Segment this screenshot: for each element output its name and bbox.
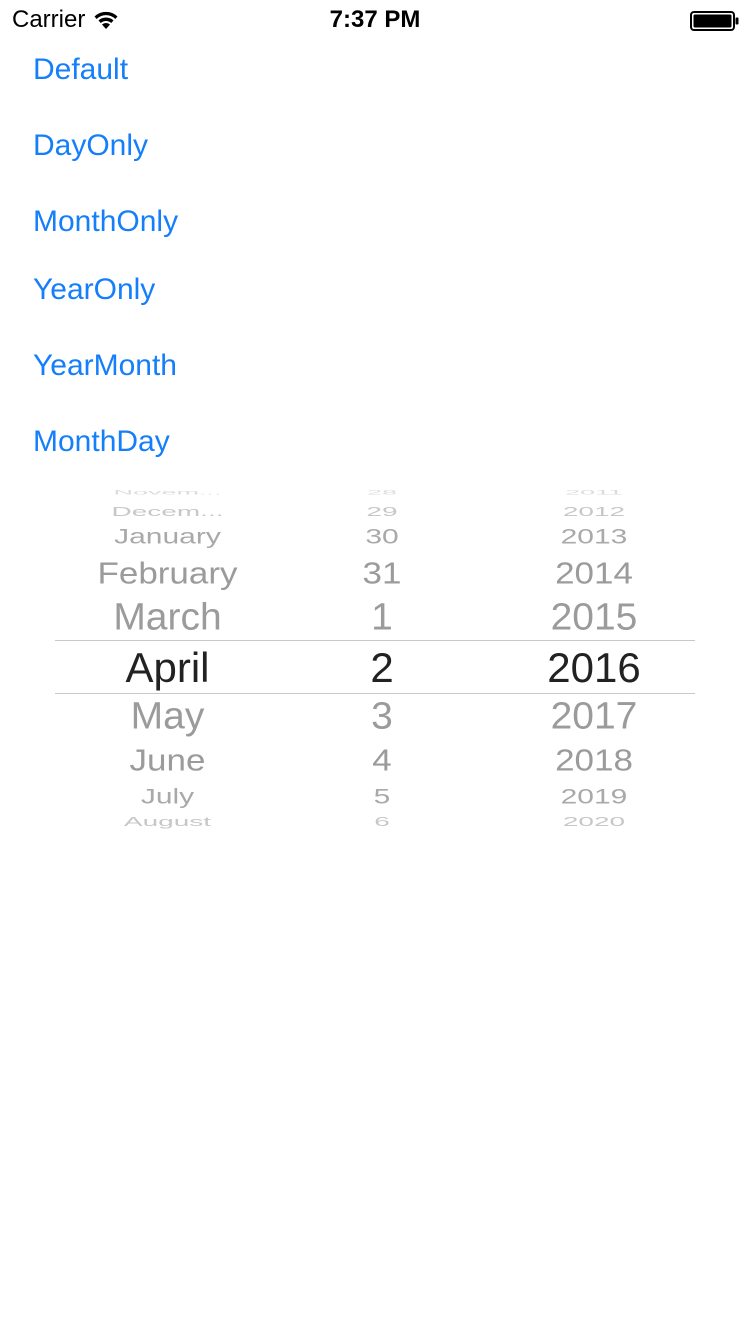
day-row[interactable]: 3 (310, 694, 454, 739)
day-row[interactable]: 30 (310, 524, 454, 550)
day-row[interactable]: 6 (310, 814, 454, 829)
status-bar: Carrier 7:37 PM (0, 0, 750, 40)
year-row-selected[interactable]: 2016 (504, 643, 684, 693)
day-row-selected[interactable]: 2 (310, 643, 454, 693)
year-row[interactable]: 2014 (504, 556, 684, 593)
month-row[interactable]: Decem... (55, 504, 280, 519)
date-picker[interactable]: Novem... Decem... January February March… (55, 488, 695, 840)
month-row[interactable]: August (55, 814, 280, 829)
year-wheel[interactable]: 2011 2012 2013 2014 2015 2016 2017 2018 … (504, 488, 684, 840)
month-only-button[interactable]: MonthOnly (33, 204, 178, 240)
year-row[interactable]: 2019 (504, 784, 684, 810)
month-row[interactable]: May (55, 694, 280, 739)
day-row[interactable]: 29 (310, 504, 454, 519)
day-row[interactable]: 4 (310, 743, 454, 780)
year-row[interactable]: 2018 (504, 743, 684, 780)
month-day-button[interactable]: MonthDay (33, 424, 170, 460)
month-row[interactable]: January (55, 524, 280, 550)
day-row[interactable]: 31 (310, 556, 454, 593)
year-row[interactable]: 2015 (504, 595, 684, 640)
year-row[interactable]: 2012 (504, 504, 684, 519)
day-row[interactable]: 1 (310, 595, 454, 640)
month-row-selected[interactable]: April (55, 643, 280, 693)
year-only-button[interactable]: YearOnly (33, 272, 155, 308)
default-button[interactable]: Default (33, 52, 128, 88)
battery-icon (690, 11, 740, 31)
day-only-button[interactable]: DayOnly (33, 128, 148, 164)
month-row[interactable]: June (55, 743, 280, 780)
month-row[interactable]: March (55, 595, 280, 640)
month-row[interactable]: July (55, 784, 280, 810)
year-month-button[interactable]: YearMonth (33, 348, 177, 384)
month-row[interactable]: February (55, 556, 280, 593)
day-row[interactable]: 28 (310, 488, 454, 496)
year-row[interactable]: 2017 (504, 694, 684, 739)
status-time: 7:37 PM (329, 6, 421, 33)
day-wheel[interactable]: 28 29 30 31 1 2 3 4 5 6 (310, 488, 454, 840)
year-row[interactable]: 2011 (504, 488, 684, 496)
month-wheel[interactable]: Novem... Decem... January February March… (55, 488, 280, 840)
day-row[interactable]: 5 (310, 784, 454, 810)
month-row[interactable]: Novem... (55, 488, 280, 496)
year-row[interactable]: 2020 (504, 814, 684, 829)
year-row[interactable]: 2013 (504, 524, 684, 550)
